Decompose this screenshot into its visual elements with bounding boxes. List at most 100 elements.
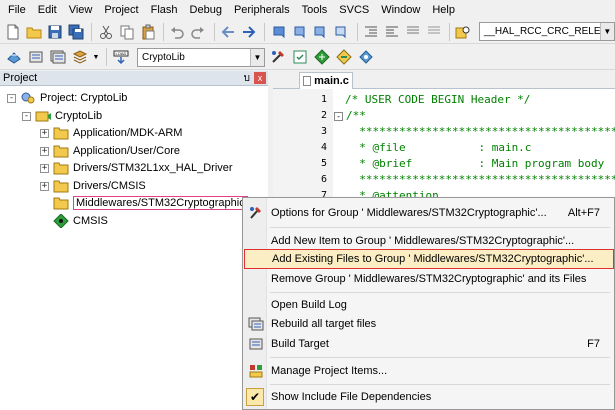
run-time-environment-icon[interactable] (356, 47, 376, 67)
menu-item-remove-group[interactable]: Remove Group ' Middlewares/STM32Cryptogr… (244, 269, 614, 289)
menu-item-build-target[interactable]: Build Target F7 (244, 334, 614, 354)
target-options-icon[interactable] (268, 47, 288, 67)
unindent-icon[interactable] (382, 22, 401, 42)
bookmark-prev-icon[interactable] (290, 22, 309, 42)
tree-group-middlewares[interactable]: Middlewares/STM32Cryptographic (53, 194, 248, 212)
menu-window[interactable]: Window (375, 0, 426, 20)
pin-icon[interactable]: บ (244, 71, 250, 86)
chevron-down-icon[interactable]: ▼ (92, 47, 100, 67)
tree-group-drivers-cmsis[interactable]: + Drivers/CMSIS (40, 177, 146, 195)
function-combo-value: __HAL_RCC_CRC_RELEAS (483, 26, 614, 37)
menu-edit[interactable]: Edit (32, 0, 63, 20)
line-number: 5 (320, 158, 327, 169)
line-number: 4 (320, 142, 327, 153)
code-line: /* USER CODE BEGIN Header */ (345, 93, 531, 106)
menu-tools[interactable]: Tools (296, 0, 334, 20)
menu-item-label: Build Target (271, 338, 329, 350)
bookmark-next-icon[interactable] (311, 22, 330, 42)
close-icon[interactable]: x (254, 72, 266, 84)
chevron-down-icon[interactable]: ▼ (250, 48, 264, 66)
project-gear-icon (20, 91, 36, 105)
tree-group-application-mdk-arm[interactable]: + Application/MDK-ARM (40, 124, 182, 142)
menu-item-manage-project-items[interactable]: Manage Project Items... (244, 361, 614, 381)
copy-icon[interactable] (117, 22, 136, 42)
menu-separator (270, 292, 610, 293)
tree-cmsis-component[interactable]: CMSIS (53, 212, 108, 230)
menu-file[interactable]: File (2, 0, 32, 20)
menu-peripherals[interactable]: Peripherals (228, 0, 296, 20)
menu-item-label: Add Existing Files to Group ' Middleware… (272, 253, 594, 265)
expand-icon[interactable]: + (40, 163, 49, 173)
menu-view[interactable]: View (63, 0, 99, 20)
load-icon[interactable]: LOAD (111, 47, 131, 67)
code-line: /** (346, 109, 366, 122)
select-packs-icon[interactable] (334, 47, 354, 67)
expand-icon[interactable]: + (40, 181, 49, 191)
menu-help[interactable]: Help (426, 0, 461, 20)
new-file-icon[interactable] (4, 22, 23, 42)
bookmark-icon[interactable] (269, 22, 288, 42)
save-all-icon[interactable] (67, 22, 86, 42)
menu-item-shortcut: Alt+F7 (567, 207, 600, 219)
tree-target[interactable]: - CryptoLib (22, 107, 102, 125)
tab-main-c[interactable]: main.c (299, 72, 353, 89)
translate-icon[interactable] (4, 47, 24, 67)
menu-item-show-include-deps[interactable]: ✔ Show Include File Dependencies (244, 387, 614, 407)
collapse-icon[interactable]: - (22, 111, 31, 121)
menu-item-open-build-log[interactable]: Open Build Log (244, 295, 614, 315)
save-icon[interactable] (46, 22, 65, 42)
folder-icon (53, 179, 69, 193)
undo-icon[interactable] (168, 22, 187, 42)
cut-icon[interactable] (96, 22, 115, 42)
menu-debug[interactable]: Debug (184, 0, 228, 20)
uncomment-icon[interactable] (424, 22, 443, 42)
menu-item-add-new-item[interactable]: Add New Item to Group ' Middlewares/STM3… (244, 231, 614, 251)
build-icon[interactable] (26, 47, 46, 67)
tree-root[interactable]: - Project: CryptoLib (7, 89, 127, 107)
menu-item-rebuild-all[interactable]: Rebuild all target files (244, 314, 614, 334)
menu-item-label: Open Build Log (271, 299, 347, 311)
toolbar-separator (264, 22, 266, 41)
checkmark-icon: ✔ (246, 388, 264, 406)
menu-item-label: Manage Project Items... (271, 365, 388, 377)
menu-separator (270, 357, 610, 358)
menu-item-options-for-group[interactable]: Options for Group ' Middlewares/STM32Cry… (244, 203, 614, 223)
indent-icon[interactable] (362, 22, 381, 42)
menu-item-label: Remove Group ' Middlewares/STM32Cryptogr… (271, 273, 587, 285)
rebuild-icon[interactable] (48, 47, 68, 67)
comment-icon[interactable] (403, 22, 422, 42)
build-toolbar: ▼ LOAD CryptoLib ▼ (0, 45, 615, 70)
tree-group-application-user-core[interactable]: + Application/User/Core (40, 142, 180, 160)
chevron-down-icon[interactable]: ▼ (599, 23, 614, 40)
fold-toggle[interactable]: - (334, 112, 343, 121)
svg-text:LOAD: LOAD (116, 51, 127, 56)
manage-packs-icon[interactable] (312, 47, 332, 67)
find-in-files-icon[interactable] (454, 22, 473, 42)
navigate-forward-icon[interactable] (239, 22, 258, 42)
redo-icon[interactable] (189, 22, 208, 42)
batch-build-icon[interactable] (70, 47, 90, 67)
menu-svcs[interactable]: SVCS (333, 0, 375, 20)
paste-icon[interactable] (138, 22, 157, 42)
expand-icon[interactable]: + (40, 146, 49, 156)
target-select[interactable]: CryptoLib ▼ (137, 47, 265, 67)
group-label: Application/MDK-ARM (73, 127, 183, 139)
folder-icon (53, 196, 69, 210)
menu-project[interactable]: Project (98, 0, 144, 20)
tree-group-drivers-hal[interactable]: + Drivers/STM32L1xx_HAL_Driver (40, 159, 233, 177)
group-label-selected: Middlewares/STM32Cryptographic (73, 196, 248, 210)
expand-icon[interactable]: + (40, 128, 49, 138)
bookmark-clear-icon[interactable] (332, 22, 351, 42)
function-combo[interactable]: __HAL_RCC_CRC_RELEAS ▼ (478, 22, 615, 41)
options-wand-icon (248, 206, 264, 220)
navigate-back-icon[interactable] (219, 22, 238, 42)
rebuild-icon (248, 317, 264, 331)
editor-tab-bar: main.c (273, 71, 615, 89)
collapse-icon[interactable]: - (7, 93, 16, 103)
menu-item-label: Rebuild all target files (271, 318, 377, 330)
menu-flash[interactable]: Flash (145, 0, 184, 20)
open-folder-icon[interactable] (25, 22, 44, 42)
menu-item-shortcut: F7 (587, 338, 600, 350)
file-extensions-icon[interactable] (290, 47, 310, 67)
menu-item-add-existing-files[interactable]: Add Existing Files to Group ' Middleware… (244, 249, 614, 269)
